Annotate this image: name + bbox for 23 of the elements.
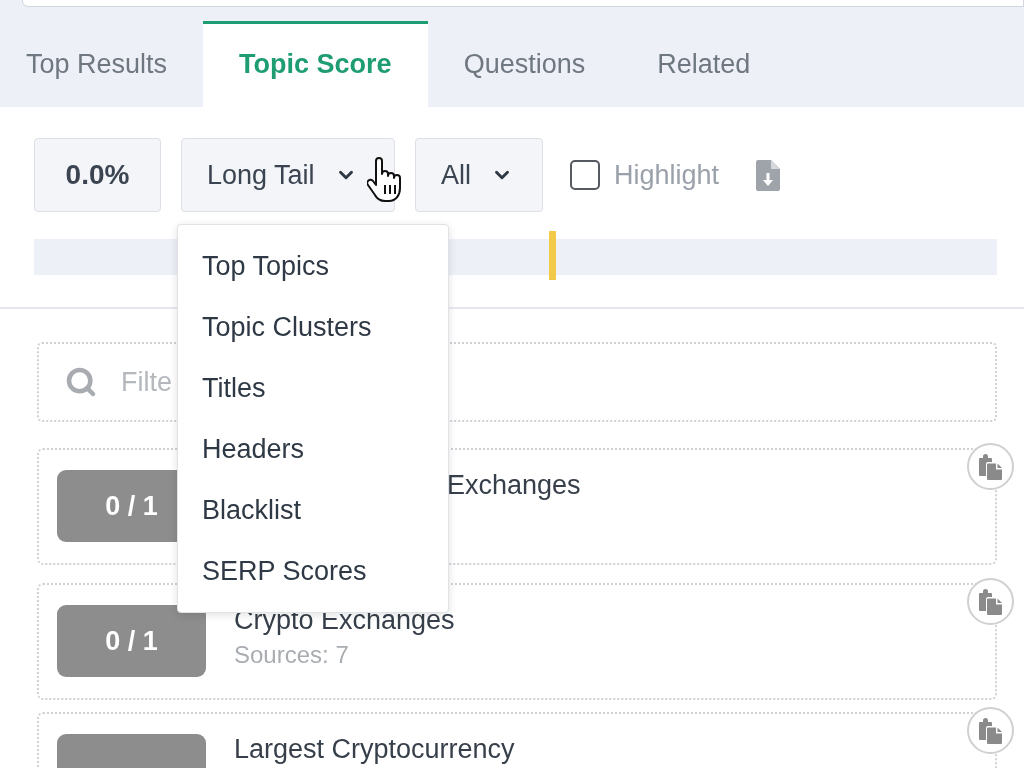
topic-title: Exchanges [447,471,581,499]
copy-button[interactable] [967,707,1014,754]
tab[interactable]: Top Results [0,21,204,107]
topic-title: Largest Cryptocurrency [234,735,515,763]
search-icon [65,366,97,398]
copy-icon [978,453,1003,480]
search-field[interactable] [22,0,1024,7]
sources-count: Sources: 7 [234,641,349,669]
score-badge: 0 / 1 [57,605,206,677]
copy-button[interactable] [967,443,1014,490]
download-file-icon[interactable] [756,159,781,191]
menu-item[interactable]: SERP Scores [178,541,448,602]
copy-button[interactable] [967,578,1014,625]
copy-icon [978,588,1003,615]
copy-icon [978,717,1003,744]
type-dropdown[interactable]: Long Tail [181,138,395,212]
score-value: 0.0% [34,138,161,212]
menu-item[interactable]: Titles [178,358,448,419]
highlight-checkbox[interactable] [570,160,600,190]
tab[interactable]: Questions [427,21,622,107]
menu-item[interactable]: Top Topics [178,236,448,297]
filter-dropdown[interactable]: All [415,138,543,212]
tab[interactable]: Related [621,21,787,107]
